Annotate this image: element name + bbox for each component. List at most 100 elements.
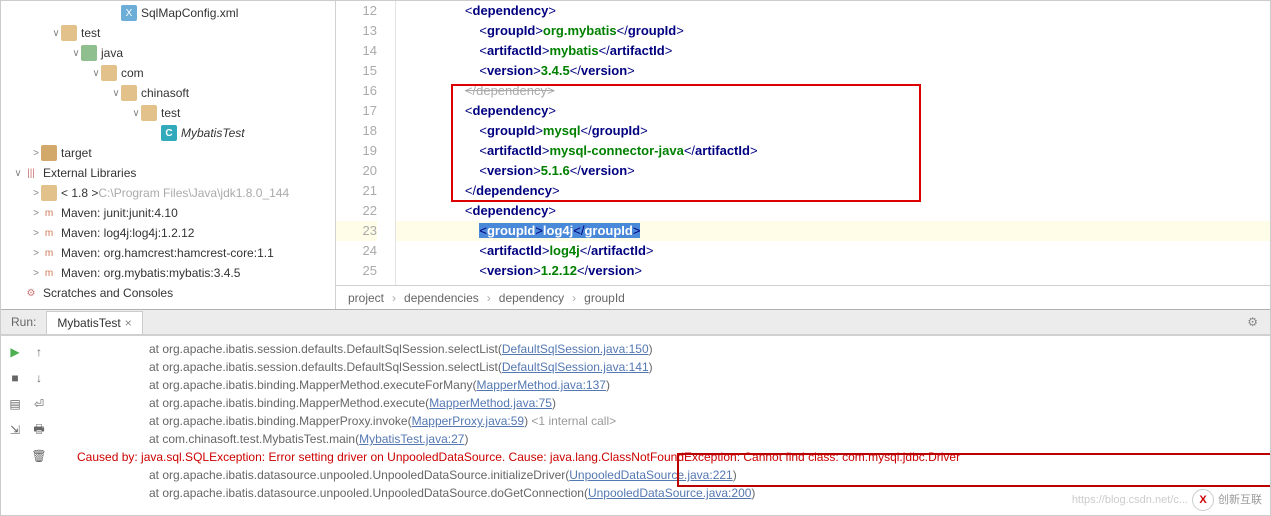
tree-label: < 1.8 > (61, 186, 98, 200)
node-icon (121, 85, 137, 101)
tree-label: Scratches and Consoles (43, 286, 173, 300)
run-tab-active[interactable]: MybatisTest × (46, 311, 142, 334)
node-icon: m (41, 245, 57, 261)
chevron-icon[interactable]: > (31, 208, 41, 219)
watermark: https://blog.csdn.net/c...X创新互联 (1072, 489, 1262, 511)
stack-line: at org.apache.ibatis.binding.MapperMetho… (65, 376, 1262, 394)
tree-item[interactable]: ∨ test (1, 103, 335, 123)
down-icon[interactable]: ↓ (29, 368, 49, 388)
code-line[interactable]: <groupId>log4j</groupId> (396, 221, 1270, 241)
tree-label: test (161, 106, 180, 120)
tree-label: Maven: org.mybatis:mybatis:3.4.5 (61, 266, 240, 280)
code-line[interactable]: <groupId>mysql</groupId> (396, 121, 1270, 141)
tree-item[interactable]: ∨ test (1, 23, 335, 43)
tree-item[interactable]: >m Maven: org.hamcrest:hamcrest-core:1.1 (1, 243, 335, 263)
code-line[interactable]: <version>1.2.12</version> (396, 261, 1270, 281)
stack-link[interactable]: UnpooledDataSource.java:221 (569, 468, 732, 482)
tree-item[interactable]: >m Maven: junit:junit:4.10 (1, 203, 335, 223)
code-line[interactable]: <artifactId>log4j</artifactId> (396, 241, 1270, 261)
chevron-icon[interactable]: > (31, 188, 41, 199)
stack-line: at org.apache.ibatis.binding.MapperMetho… (65, 394, 1262, 412)
up-icon[interactable]: ↑ (29, 342, 49, 362)
code-line[interactable]: <version>3.4.5</version> (396, 61, 1270, 81)
chevron-icon[interactable]: > (31, 228, 41, 239)
tree-label: Maven: org.hamcrest:hamcrest-core:1.1 (61, 246, 274, 260)
chevron-icon[interactable]: ∨ (51, 28, 61, 39)
breadcrumb-item[interactable]: project (348, 291, 384, 305)
chevron-icon[interactable]: > (31, 268, 41, 279)
code-line[interactable]: <version>5.1.6</version> (396, 161, 1270, 181)
gear-icon[interactable]: ⚙ (1247, 315, 1258, 329)
tree-item[interactable]: ∨ java (1, 43, 335, 63)
run-tab-bar: Run: MybatisTest × ⚙ (1, 309, 1270, 335)
run-label: Run: (1, 315, 46, 329)
pin-icon[interactable]: ⇲ (5, 420, 25, 440)
code-line[interactable]: <groupId>org.mybatis</groupId> (396, 21, 1270, 41)
tree-item[interactable]: >mMaven: org.mybatis:mybatis:3.4.5 (1, 263, 335, 283)
chevron-icon[interactable]: > (31, 148, 41, 159)
stack-line: at org.apache.ibatis.binding.MapperProxy… (65, 412, 1262, 430)
chevron-icon[interactable]: ∨ (71, 48, 81, 59)
breadcrumb-item[interactable]: dependency (479, 291, 564, 305)
node-icon (81, 45, 97, 61)
tree-item[interactable]: XSqlMapConfig.xml (1, 3, 335, 23)
stop-icon[interactable]: ■ (5, 368, 25, 388)
tree-item[interactable]: ∨ chinasoft (1, 83, 335, 103)
wrap-icon[interactable]: ⏎ (29, 394, 49, 414)
stack-link[interactable]: MapperMethod.java:137 (477, 378, 606, 392)
node-icon: C (161, 125, 177, 141)
node-icon: X (121, 5, 137, 21)
layout-icon[interactable]: ▤ (5, 394, 25, 414)
tree-label: chinasoft (141, 86, 189, 100)
code-editor[interactable]: 1213141516171819202122232425 <dependency… (336, 1, 1270, 285)
close-icon[interactable]: × (125, 316, 132, 330)
stack-link[interactable]: MybatisTest.java:27 (359, 432, 464, 446)
tree-label: Maven: junit:junit:4.10 (61, 206, 178, 220)
breadcrumb-item[interactable]: dependencies (384, 291, 479, 305)
node-icon: ||| (23, 165, 39, 181)
tree-item[interactable]: >< 1.8 > C:\Program Files\Java\jdk1.8.0_… (1, 183, 335, 203)
chevron-icon[interactable]: ∨ (91, 68, 101, 79)
code-line[interactable]: <dependency> (396, 201, 1270, 221)
node-icon (101, 65, 117, 81)
stack-link[interactable]: MapperProxy.java:59 (412, 414, 525, 428)
node-icon (41, 185, 57, 201)
code-line[interactable]: </dependency> (396, 181, 1270, 201)
tree-item[interactable]: ⚙Scratches and Consoles (1, 283, 335, 303)
rerun-icon[interactable]: ▶ (5, 342, 25, 362)
clear-icon[interactable]: 🗑 (29, 446, 49, 466)
tree-item[interactable]: ∨ com (1, 63, 335, 83)
chevron-icon[interactable]: ∨ (13, 168, 23, 179)
tree-item[interactable]: ∨|||External Libraries (1, 163, 335, 183)
code-line[interactable]: <dependency> (396, 1, 1270, 21)
tree-label: MybatisTest (181, 126, 245, 140)
breadcrumb[interactable]: projectdependenciesdependencygroupId (336, 285, 1270, 309)
stack-link[interactable]: DefaultSqlSession.java:150 (502, 342, 649, 356)
code-line[interactable]: <artifactId>mysql-connector-java</artifa… (396, 141, 1270, 161)
code-line[interactable]: </dependency> (396, 81, 1270, 101)
node-icon: m (41, 225, 57, 241)
stack-link[interactable]: MapperMethod.java:75 (429, 396, 552, 410)
stack-line: Caused by: java.sql.SQLException: Error … (65, 448, 1262, 466)
code-line[interactable]: <artifactId>mybatis</artifactId> (396, 41, 1270, 61)
tree-label: com (121, 66, 144, 80)
node-icon (41, 145, 57, 161)
console-output[interactable]: at org.apache.ibatis.session.defaults.De… (57, 336, 1270, 515)
project-tree[interactable]: XSqlMapConfig.xml∨test∨java∨com∨chinasof… (1, 1, 336, 309)
code-line[interactable]: <dependency> (396, 101, 1270, 121)
print-icon[interactable]: 🖶 (29, 420, 49, 440)
tree-item[interactable]: C MybatisTest (1, 123, 335, 143)
breadcrumb-item[interactable]: groupId (564, 291, 625, 305)
stack-line: at com.chinasoft.test.MybatisTest.main(M… (65, 430, 1262, 448)
tree-item[interactable]: >m Maven: log4j:log4j:1.2.12 (1, 223, 335, 243)
stack-link[interactable]: DefaultSqlSession.java:141 (502, 360, 649, 374)
tree-label: Maven: log4j:log4j:1.2.12 (61, 226, 194, 240)
chevron-icon[interactable]: ∨ (131, 108, 141, 119)
tree-label: test (81, 26, 100, 40)
node-icon: m (41, 205, 57, 221)
stack-link[interactable]: UnpooledDataSource.java:200 (588, 486, 751, 500)
chevron-icon[interactable]: > (31, 248, 41, 259)
chevron-icon[interactable]: ∨ (111, 88, 121, 99)
tree-label: java (101, 46, 123, 60)
tree-item[interactable]: >target (1, 143, 335, 163)
